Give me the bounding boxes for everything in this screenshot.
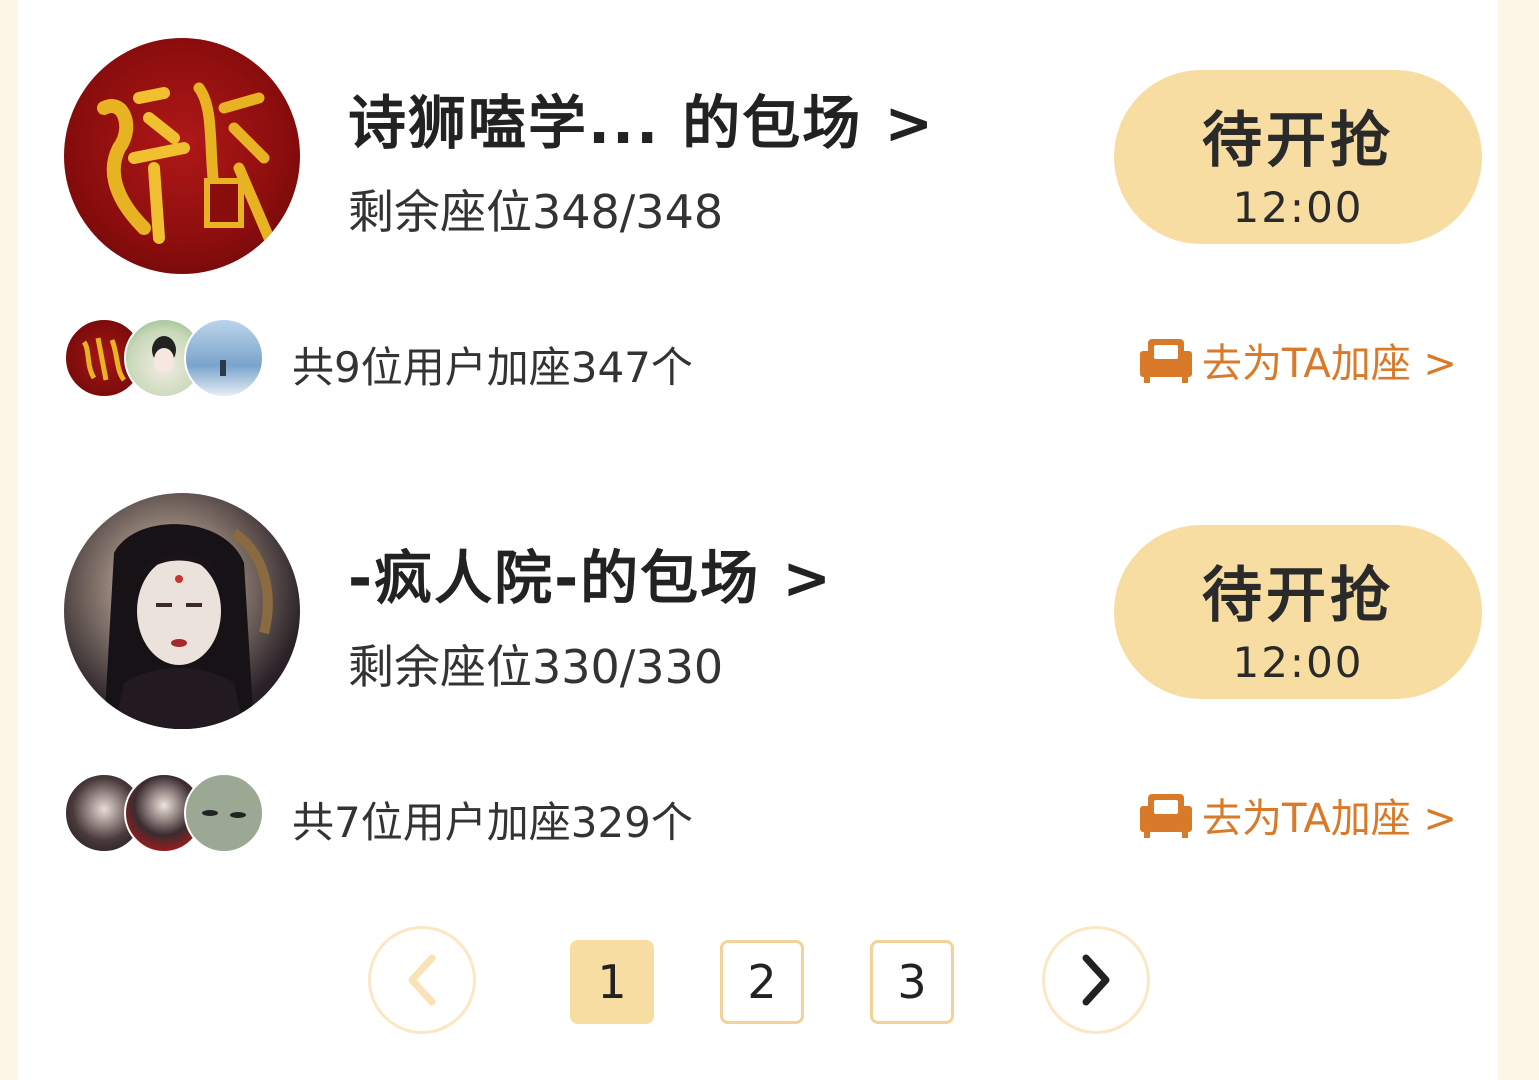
user-avatar-stack[interactable]	[64, 773, 274, 853]
avatar-image	[97, 82, 275, 244]
users-count-text: 共9位用户加座347个	[292, 343, 693, 392]
remaining-seats: 剩余座位330/330	[348, 640, 724, 694]
chevron-right-icon	[1082, 954, 1110, 1006]
page-2-button[interactable]: 2	[720, 940, 804, 1024]
avatar-image	[104, 524, 273, 729]
sofa-icon	[1140, 794, 1192, 838]
chevron-left-icon	[408, 954, 436, 1006]
remaining-seats: 剩余座位348/348	[348, 185, 724, 239]
users-count-text: 共7位用户加座329个	[292, 798, 693, 847]
room-avatar[interactable]	[64, 493, 300, 729]
grab-button[interactable]: 待开抢 12:00	[1114, 525, 1482, 699]
pagination: 1 2 3	[18, 920, 1498, 1044]
user-avatar	[184, 318, 264, 398]
add-seat-label: 去为TA加座 >	[1202, 341, 1457, 387]
room-card: -疯人院-的包场 > 剩余座位330/330 待开抢 12:00 共7位用户加座…	[18, 455, 1498, 885]
booking-list-panel: 诗狮嗑学... 的包场 > 剩余座位348/348 待开抢 12:00 共9位用…	[18, 0, 1498, 1080]
grab-label: 待开抢	[1202, 106, 1394, 176]
grab-label: 待开抢	[1202, 561, 1394, 631]
grab-time: 12:00	[1232, 183, 1364, 232]
page-3-button[interactable]: 3	[870, 940, 954, 1024]
room-avatar[interactable]	[64, 38, 300, 274]
user-avatar	[184, 773, 264, 853]
room-title-link[interactable]: 诗狮嗑学... 的包场 >	[348, 76, 935, 160]
grab-time: 12:00	[1232, 638, 1364, 687]
grab-button[interactable]: 待开抢 12:00	[1114, 70, 1482, 244]
add-seat-label: 去为TA加座 >	[1202, 796, 1457, 842]
prev-page-button[interactable]	[368, 926, 476, 1034]
room-card: 诗狮嗑学... 的包场 > 剩余座位348/348 待开抢 12:00 共9位用…	[18, 0, 1498, 430]
add-seat-link[interactable]: 去为TA加座 >	[1138, 332, 1457, 388]
sofa-icon	[1140, 339, 1192, 383]
user-avatar-stack[interactable]	[64, 318, 274, 398]
add-seat-link[interactable]: 去为TA加座 >	[1138, 787, 1457, 843]
page-1-button[interactable]: 1	[570, 940, 654, 1024]
room-title-link[interactable]: -疯人院-的包场 >	[348, 531, 833, 615]
next-page-button[interactable]	[1042, 926, 1150, 1034]
